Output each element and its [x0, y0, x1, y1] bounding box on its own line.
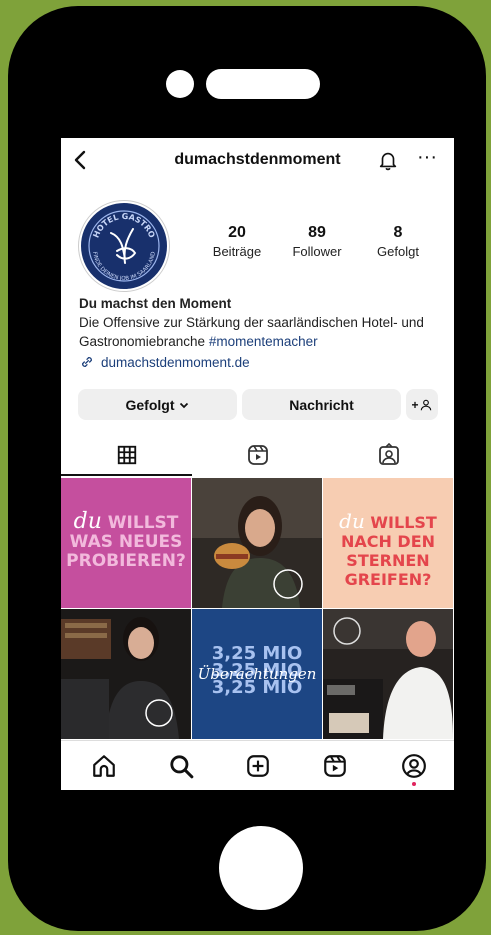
- following-label: Gefolgt: [125, 396, 175, 413]
- notification-bell-icon[interactable]: [377, 148, 399, 172]
- tab-grid[interactable]: [61, 436, 192, 476]
- photo-chef: [323, 609, 453, 739]
- speaker-grille: [206, 69, 320, 99]
- search-icon[interactable]: [168, 753, 194, 779]
- posts-count[interactable]: 20 Beiträge: [202, 224, 272, 259]
- link-icon: [82, 357, 92, 367]
- profile-header: dumachstdenmoment ···: [61, 138, 454, 182]
- active-indicator-dot: [412, 782, 416, 786]
- post-tile[interactable]: [323, 609, 453, 739]
- person-icon: [420, 399, 431, 410]
- home-button[interactable]: [219, 826, 303, 910]
- display-name: Du machst den Moment: [79, 296, 232, 311]
- post-script: du: [339, 509, 365, 533]
- tagged-person-icon: [378, 443, 399, 465]
- bottom-navigation: [61, 740, 454, 790]
- new-post-icon[interactable]: [245, 753, 271, 779]
- more-options-icon[interactable]: ···: [417, 147, 437, 170]
- profile-link[interactable]: dumachstdenmoment.de: [79, 354, 250, 370]
- stat-label: Gefolgt: [377, 244, 419, 259]
- stat-value: 89: [308, 224, 326, 241]
- post-text: du WILLST WAS NEUES PROBIEREN?: [61, 509, 191, 571]
- photo-receptionist: [61, 609, 191, 739]
- reels-icon: [247, 445, 268, 465]
- profile-nav-icon[interactable]: [401, 753, 427, 779]
- message-label: Nachricht: [289, 396, 354, 413]
- bio-text: Die Offensive zur Stärkung der saarländi…: [79, 313, 444, 351]
- tab-reels[interactable]: [192, 436, 323, 474]
- followers-count[interactable]: 89 Follower: [282, 224, 352, 259]
- chevron-down-icon: [179, 402, 188, 408]
- following-count[interactable]: 8 Gefolgt: [363, 224, 433, 259]
- home-icon[interactable]: [91, 753, 117, 779]
- stat-value: 8: [393, 224, 403, 241]
- stat-label: Follower: [292, 244, 342, 259]
- following-button[interactable]: Gefolgt: [78, 389, 237, 420]
- add-user-button[interactable]: +: [406, 389, 438, 420]
- link-text: dumachstdenmoment.de: [101, 354, 250, 370]
- front-camera: [166, 70, 194, 98]
- message-button[interactable]: Nachricht: [242, 389, 401, 420]
- grid-icon: [117, 445, 136, 465]
- tab-tagged[interactable]: [323, 436, 454, 474]
- avatar-text-top: HOTEL GASTRO: [91, 212, 156, 239]
- post-tile[interactable]: du WILLST WAS NEUES PROBIEREN?: [61, 478, 191, 608]
- profile-tabs: [61, 436, 454, 476]
- reels-nav-icon[interactable]: [322, 753, 348, 779]
- stat-label: Beiträge: [212, 244, 262, 259]
- svg-text:HOTEL GASTRO: HOTEL GASTRO: [91, 212, 156, 239]
- post-tile[interactable]: [192, 478, 322, 608]
- profile-bio: Du machst den Moment Die Offensive zur S…: [79, 294, 444, 351]
- photo-woman-burger: [192, 478, 322, 608]
- bio-hashtag[interactable]: #momentemacher: [209, 334, 318, 349]
- post-text: du WILLST NACH DEN STERNEN GREIFEN?: [323, 509, 453, 589]
- stat-value: 20: [228, 224, 246, 241]
- post-tile[interactable]: [61, 609, 191, 739]
- profile-avatar[interactable]: HOTEL GASTRO FINDE DEINEN JOB IM SAARLAN…: [79, 201, 169, 291]
- post-tile[interactable]: 3,25 MIO 3,25 MIO 3,25 MIO Überachtungen: [192, 609, 322, 739]
- post-tile[interactable]: du WILLST NACH DEN STERNEN GREIFEN?: [323, 478, 453, 608]
- post-script: Überachtungen: [197, 665, 317, 683]
- instagram-profile-screen: dumachstdenmoment ··· HOTEL GASTRO FINDE…: [61, 138, 454, 790]
- add-user-plus: +: [411, 397, 419, 412]
- post-grid: du WILLST WAS NEUES PROBIEREN? du WILLST…: [61, 478, 454, 740]
- post-script: du: [73, 509, 102, 534]
